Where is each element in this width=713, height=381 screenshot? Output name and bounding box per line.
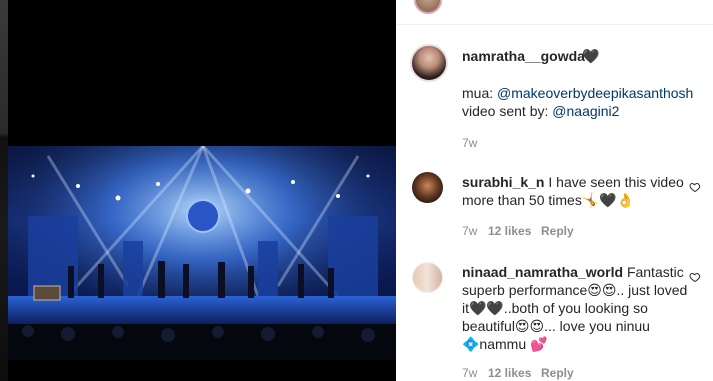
comment-avatar[interactable] (412, 172, 443, 203)
heart-outline-icon (689, 272, 701, 283)
reply-button[interactable]: Reply (541, 224, 574, 238)
video-frame[interactable] (8, 146, 396, 360)
heart-outline-icon (689, 182, 701, 193)
post-header (396, 0, 713, 25)
like-comment-button[interactable] (689, 270, 701, 288)
like-comment-button[interactable] (689, 180, 701, 198)
post-timestamp[interactable]: 7w (462, 136, 477, 150)
author-username[interactable]: namratha__gowda (462, 48, 585, 64)
caption-mua-label: mua: (462, 85, 498, 101)
post-details-panel: namratha__gowda 🖤 mua: @makeoverbydeepik… (396, 0, 713, 381)
comment-avatar[interactable] (412, 262, 443, 293)
caption-video-label: video sent by: (462, 103, 553, 119)
comment-timestamp[interactable]: 7w (462, 224, 477, 238)
post-caption: mua: @makeoverbydeepikasanthosh video se… (462, 84, 702, 120)
comment-likes[interactable]: 12 likes (488, 224, 531, 238)
caption-mention-video[interactable]: @naagini2 (552, 103, 619, 119)
background-backdrop (0, 0, 8, 381)
comment-body: ninaad_namratha_world Fantastic superb p… (462, 263, 688, 353)
header-avatar[interactable] (414, 0, 442, 14)
stage-performance-image (8, 146, 396, 360)
author-heart-emoji: 🖤 (582, 48, 600, 64)
video-player[interactable] (8, 0, 396, 381)
reply-button[interactable]: Reply (541, 366, 574, 380)
comment-body: surabhi_k_n I have seen this video more … (462, 173, 694, 209)
comment-username[interactable]: surabhi_k_n (462, 174, 544, 190)
comment-username[interactable]: ninaad_namratha_world (462, 264, 623, 280)
comment-timestamp[interactable]: 7w (462, 366, 477, 380)
author-avatar[interactable] (410, 44, 448, 82)
comment-likes[interactable]: 12 likes (488, 366, 531, 380)
caption-mention-mua[interactable]: @makeoverbydeepikasanthosh (497, 85, 693, 101)
